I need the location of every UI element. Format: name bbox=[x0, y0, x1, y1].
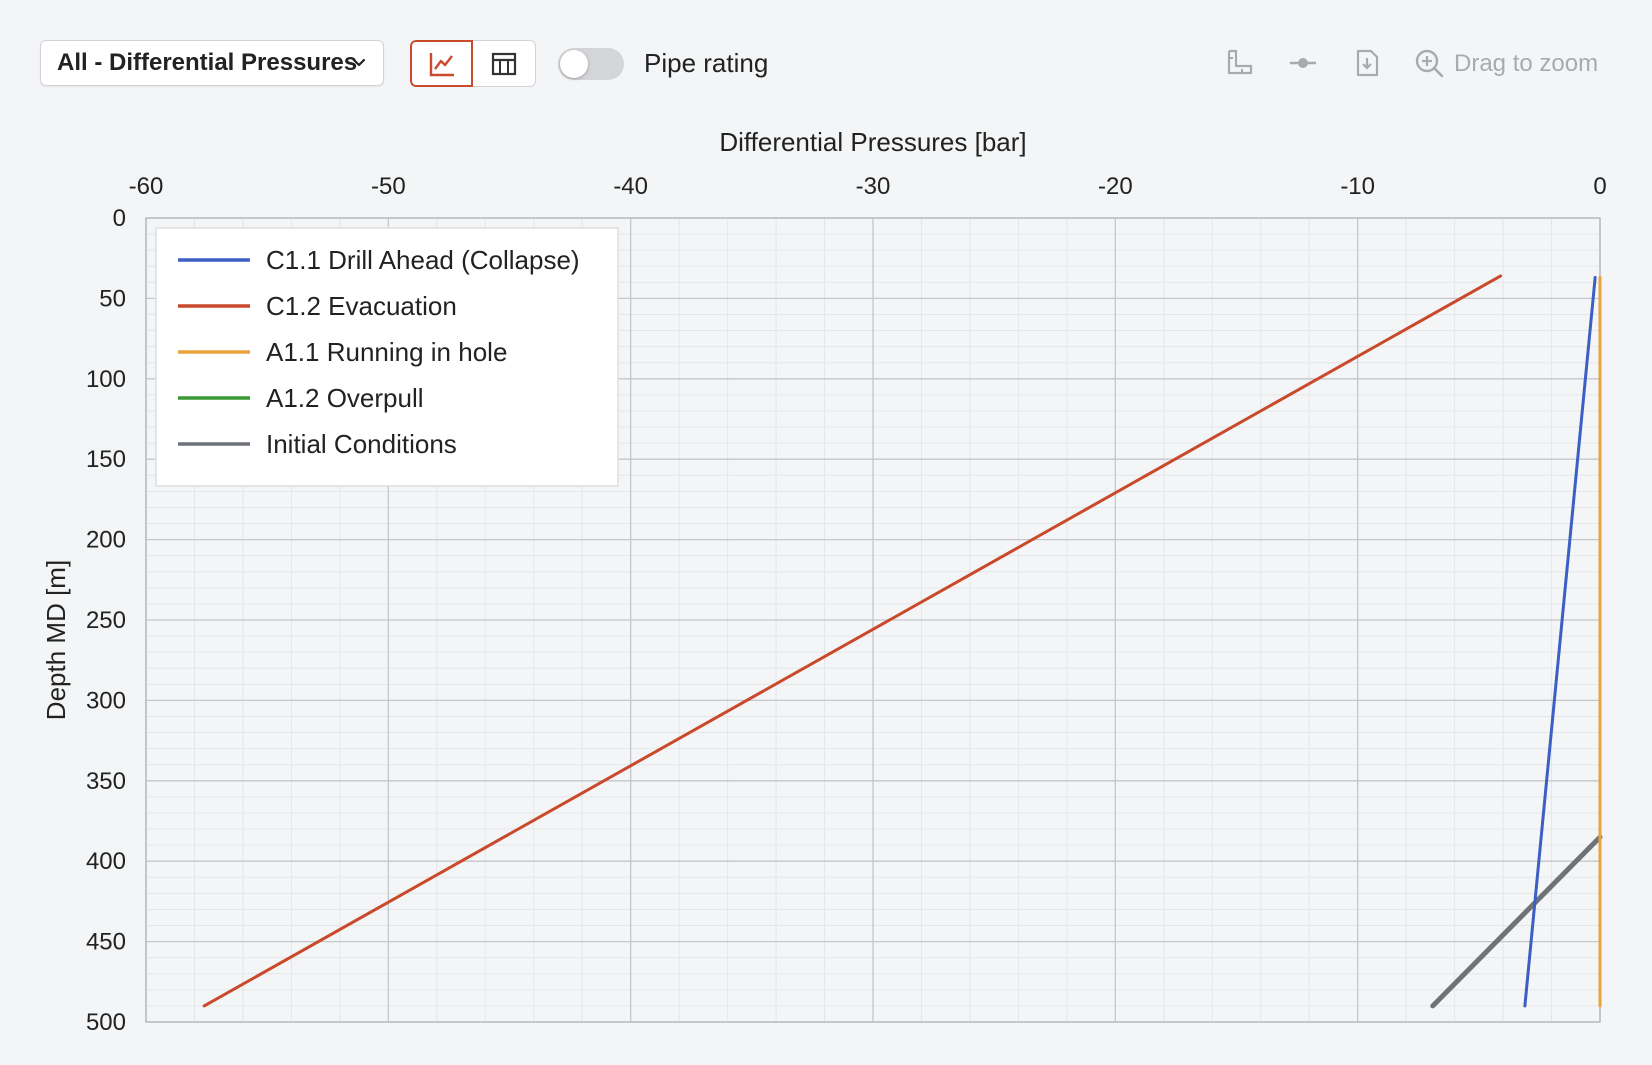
drag-to-zoom-label[interactable]: Drag to zoom bbox=[1454, 50, 1598, 78]
y-tick-label: 350 bbox=[86, 768, 126, 795]
legend-label: A1.2 Overpull bbox=[266, 383, 424, 413]
x-tick-label: -20 bbox=[1098, 173, 1133, 200]
pipe-rating-label: Pipe rating bbox=[644, 48, 769, 78]
dataset-dropdown-label: All - Differential Pressures bbox=[57, 49, 358, 76]
x-tick-label: -40 bbox=[613, 173, 648, 200]
legend-label: C1.1 Drill Ahead (Collapse) bbox=[266, 245, 580, 275]
legend: C1.1 Drill Ahead (Collapse) C1.2 Evacuati… bbox=[155, 227, 619, 487]
view-switcher bbox=[410, 40, 536, 87]
series-line-0 bbox=[1523, 275, 1597, 1008]
x-tick-label: -30 bbox=[856, 173, 891, 200]
y-tick-label: 300 bbox=[86, 687, 126, 714]
legend-label: C1.2 Evacuation bbox=[266, 291, 457, 321]
chart-area[interactable]: -60 -50 -40 -30 -20 -10 0 0 50 100 150 200 250 300 35… bbox=[0, 120, 1652, 1060]
y-tick-label: 100 bbox=[86, 366, 126, 393]
legend-label: Initial Conditions bbox=[266, 429, 457, 459]
chart-toolbar: All - Differential Pressures Pipe rating bbox=[0, 0, 1652, 120]
dataset-dropdown[interactable]: All - Differential Pressures bbox=[40, 40, 384, 86]
table-view-button[interactable] bbox=[473, 40, 536, 87]
toggle-knob bbox=[560, 50, 588, 78]
y-tick-label: 450 bbox=[86, 929, 126, 956]
chart-view-button[interactable] bbox=[410, 40, 473, 87]
x-tick-label: -50 bbox=[371, 173, 406, 200]
pipe-rating-toggle[interactable] bbox=[558, 48, 624, 80]
y-tick-label: 500 bbox=[86, 1009, 126, 1036]
ruler-icon[interactable] bbox=[1224, 48, 1254, 78]
zoom-in-icon[interactable] bbox=[1414, 48, 1444, 78]
y-tick-label: 0 bbox=[113, 205, 126, 232]
marker-icon[interactable] bbox=[1288, 48, 1318, 78]
legend-label: A1.1 Running in hole bbox=[266, 337, 507, 367]
x-axis-title: Differential Pressures [bar] bbox=[719, 127, 1026, 157]
chevron-down-icon bbox=[352, 58, 366, 67]
y-tick-label: 150 bbox=[86, 446, 126, 473]
differential-pressure-chart[interactable]: -60 -50 -40 -30 -20 -10 0 0 50 100 150 200 250 300 35… bbox=[0, 120, 1652, 1060]
y-tick-labels: 0 50 100 150 200 250 300 350 400 450 500 bbox=[86, 205, 126, 1036]
x-tick-labels: -60 -50 -40 -30 -20 -10 0 bbox=[129, 173, 1607, 200]
y-tick-label: 250 bbox=[86, 607, 126, 634]
y-axis-title: Depth MD [m] bbox=[41, 560, 71, 720]
series-line-4 bbox=[1430, 834, 1603, 1009]
y-tick-label: 200 bbox=[86, 527, 126, 554]
y-tick-label: 50 bbox=[99, 285, 126, 312]
x-tick-label: -60 bbox=[129, 173, 164, 200]
table-view-icon bbox=[491, 52, 517, 75]
y-tick-label: 400 bbox=[86, 848, 126, 875]
chart-view-icon bbox=[429, 52, 454, 76]
x-tick-label: 0 bbox=[1593, 173, 1606, 200]
download-icon[interactable] bbox=[1352, 48, 1382, 78]
x-tick-label: -10 bbox=[1340, 173, 1375, 200]
